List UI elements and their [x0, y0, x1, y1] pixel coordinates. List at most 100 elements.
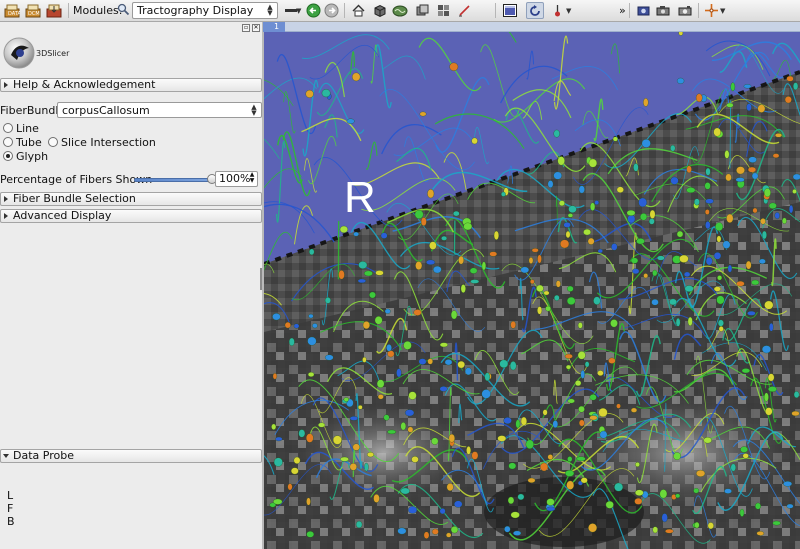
tractography-render: R — [264, 32, 800, 549]
fiber-glyph — [614, 482, 624, 492]
close-panel-icon[interactable]: ✕ — [252, 24, 260, 32]
fiber-glyph — [420, 217, 427, 226]
percentage-slider-track[interactable] — [134, 178, 212, 182]
fiber-glyph — [508, 462, 517, 470]
mouse-mode-icon[interactable] — [548, 2, 566, 19]
radio-line[interactable] — [3, 123, 13, 133]
fiber-glyph — [446, 532, 452, 538]
view-pin[interactable]: 1 — [263, 22, 285, 32]
fiber-glyph — [716, 235, 722, 243]
fiber-glyph — [769, 322, 774, 332]
load-dicom-icon[interactable]: DCM — [24, 2, 42, 19]
fiber-glyph — [396, 368, 402, 378]
save-icon[interactable] — [45, 2, 63, 19]
chevron-down-icon[interactable]: ▼ — [566, 7, 571, 15]
radio-glyph[interactable] — [3, 151, 13, 161]
fiber-glyph — [693, 488, 700, 494]
fiber-glyph — [593, 296, 601, 305]
layout-icon[interactable] — [501, 2, 519, 19]
refresh-icon[interactable] — [526, 2, 544, 19]
fiber-glyph — [791, 410, 800, 417]
fiber-glyph — [665, 528, 674, 534]
fiber-glyph — [765, 407, 773, 416]
chevron-right-icon — [4, 196, 8, 202]
3d-view[interactable]: R — [264, 32, 800, 549]
fiber-glyph — [648, 218, 655, 225]
fiber-glyph — [554, 294, 560, 301]
fiber-glyph — [772, 520, 781, 526]
fiber-glyph — [793, 82, 799, 91]
fiber-glyph — [501, 191, 506, 197]
volume-icon[interactable] — [413, 2, 431, 19]
radio-tube[interactable] — [3, 137, 13, 147]
fiber-glyph — [306, 497, 311, 506]
fiber-glyph — [364, 270, 373, 277]
svg-text:DATA: DATA — [8, 11, 20, 17]
fiber-glyph — [605, 500, 614, 509]
camera-icon[interactable] — [634, 2, 652, 19]
fiber-glyph — [450, 526, 459, 534]
fiber-glyph — [742, 453, 749, 459]
fiber-glyph — [397, 527, 407, 535]
fiber-glyph — [578, 419, 585, 427]
fiber-glyph — [583, 228, 591, 236]
fiber-glyph — [640, 213, 648, 221]
fiber-glyph — [493, 230, 499, 240]
spin-arrows-icon[interactable]: ▲ ▼ — [248, 172, 256, 184]
radio-slice-intersection[interactable] — [48, 137, 58, 147]
fiber-glyph — [439, 386, 448, 392]
fiber-glyph — [387, 429, 397, 435]
screenshot-icon[interactable] — [654, 2, 672, 19]
percentage-spinbox[interactable]: 100% ▲ ▼ — [215, 171, 258, 187]
fiber-glyph — [324, 354, 334, 361]
toolbar-overflow[interactable]: » — [619, 4, 626, 17]
load-data-icon[interactable]: DATA — [3, 2, 21, 19]
fiber-glyph — [632, 268, 640, 275]
fiber-glyph — [768, 386, 777, 392]
cube-icon[interactable] — [370, 2, 388, 19]
fiber-glyph — [343, 397, 349, 402]
fiber-glyph — [510, 321, 516, 329]
fiber-glyph — [288, 337, 295, 346]
fiber-glyph — [530, 279, 535, 285]
chevron-down-icon[interactable]: ▼ — [720, 7, 725, 15]
fiber-glyph — [704, 182, 711, 190]
float-panel-icon[interactable]: ▫ — [242, 24, 250, 32]
data-probe-section-header[interactable]: Data Probe — [0, 449, 262, 463]
fiber-selection-section-header[interactable]: Fiber Bundle Selection — [0, 192, 262, 206]
fiber-glyph — [786, 75, 794, 82]
fiber-glyph — [444, 359, 453, 366]
percentage-value: 100% — [219, 172, 251, 185]
fiber-glyph — [545, 305, 551, 312]
fiber-glyph — [761, 345, 772, 354]
home-icon[interactable] — [349, 2, 367, 19]
panel-controls: ▫ ✕ — [242, 24, 260, 32]
fiber-glyph — [747, 166, 757, 173]
editor-pen-icon[interactable] — [455, 2, 473, 19]
capture-icon[interactable] — [676, 2, 694, 19]
brain-icon[interactable] — [391, 2, 409, 19]
fiber-glyph — [358, 405, 363, 410]
fiber-glyph — [587, 237, 595, 245]
fiberbundle-selector[interactable]: corpusCallosum ▲ ▼ — [57, 102, 262, 118]
fiber-glyph — [774, 133, 783, 138]
fiber-glyph — [597, 248, 603, 254]
chevron-down-icon[interactable]: ▼ — [296, 7, 301, 15]
back-arrow-icon[interactable] — [304, 2, 322, 19]
help-section-header[interactable]: Help & Acknowledgement — [0, 78, 262, 92]
models-icon[interactable] — [434, 2, 452, 19]
fiber-glyph — [673, 452, 681, 460]
fiber-glyph — [718, 326, 724, 332]
fiber-glyph — [307, 372, 315, 377]
crosshair-icon[interactable] — [702, 2, 720, 19]
fiber-glyph — [661, 513, 668, 523]
module-selector[interactable]: Tractography Display ▲ ▼ — [132, 2, 278, 19]
search-icon[interactable] — [117, 3, 130, 19]
forward-arrow-icon[interactable] — [322, 2, 340, 19]
splitter-grip[interactable] — [260, 268, 262, 290]
fiber-glyph — [616, 186, 624, 193]
fiber-glyph — [705, 221, 711, 230]
fiber-glyph — [565, 230, 571, 239]
advanced-display-section-header[interactable]: Advanced Display — [0, 209, 262, 223]
fiber-glyph — [686, 187, 696, 193]
